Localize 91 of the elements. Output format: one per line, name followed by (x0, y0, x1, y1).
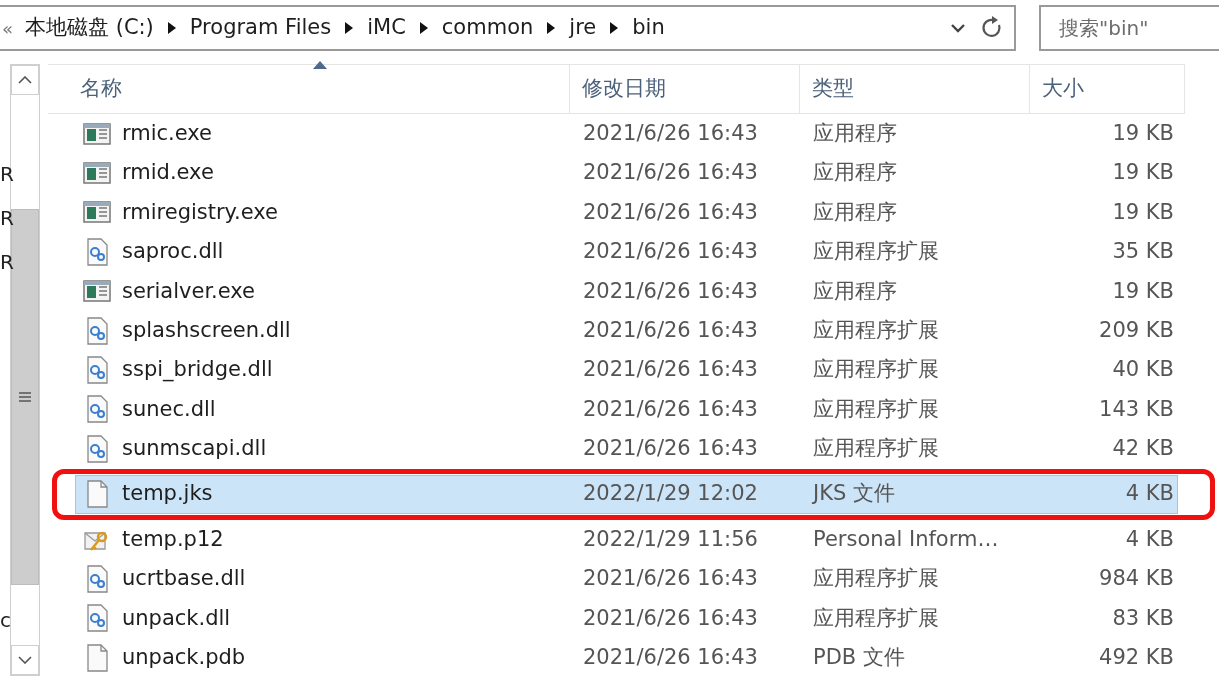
file-row[interactable]: unpack.pdb 2021/6/26 16:43 PDB 文件 492 KB (75, 638, 1178, 678)
file-row[interactable]: rmic.exe 2021/6/26 16:43 应用程序 19 KB (75, 114, 1178, 154)
breadcrumb[interactable]: iMC (363, 12, 410, 44)
file-size: 984 KB (1098, 565, 1174, 593)
file-name: temp.p12 (122, 525, 224, 553)
file-type: JKS 文件 (811, 480, 896, 508)
file-name: unpack.dll (122, 604, 231, 632)
file-size: 40 KB (1111, 356, 1174, 384)
file-name: sspi_bridge.dll (122, 356, 273, 384)
file-size: 19 KB (1111, 198, 1174, 226)
column-header[interactable]: 大小 (1030, 65, 1185, 113)
file-name: rmic.exe (122, 119, 213, 147)
search-field[interactable]: 搜索"bin" (1039, 5, 1219, 51)
modified-date: 2022/1/29 12:02 (582, 480, 759, 508)
navigation-item[interactable]: c (0, 609, 10, 653)
dropdown-caret-icon[interactable] (950, 23, 966, 33)
scroll-thumb[interactable] (11, 209, 39, 585)
file-type: Personal Inform… (812, 525, 1000, 553)
file-size: 4 KB (1124, 525, 1174, 553)
breadcrumb[interactable]: common (437, 12, 538, 44)
modified-date: 2021/6/26 16:43 (582, 119, 759, 147)
file-name: unpack.pdb (122, 644, 246, 671)
file-size: 492 KB (1098, 644, 1174, 671)
chevron-down-icon[interactable] (18, 656, 32, 664)
file-size: 19 KB (1111, 159, 1174, 187)
file-size: 19 KB (1111, 277, 1174, 305)
modified-date: 2021/6/26 16:43 (582, 277, 759, 305)
file-type: 应用程序 (812, 119, 898, 147)
file-type: 应用程序扩展 (812, 356, 940, 384)
file-row[interactable]: saproc.dll 2021/6/26 16:43 应用程序扩展 35 KB (75, 232, 1178, 272)
breadcrumb[interactable]: jre (565, 12, 601, 44)
file-type: 应用程序扩展 (812, 395, 940, 423)
file-name: splashscreen.dll (122, 316, 291, 344)
file-type: 应用程序扩展 (812, 238, 940, 266)
breadcrumb[interactable]: Program Files (185, 12, 336, 44)
file-name: rmid.exe (122, 159, 214, 187)
file-size: 83 KB (1111, 604, 1174, 632)
file-name: temp.jks (122, 480, 213, 508)
file-size: 143 KB (1098, 395, 1174, 423)
address-bar[interactable]: « 本地磁盘 (C:) Program Files iMC common jre bin (0, 5, 1016, 51)
modified-date: 2021/6/26 16:43 (582, 238, 759, 266)
file-row[interactable]: serialver.exe 2021/6/26 16:43 应用程序 19 KB (75, 271, 1178, 311)
file-name: saproc.dll (122, 238, 224, 266)
file-size: 42 KB (1111, 435, 1174, 463)
file-name: ucrtbase.dll (122, 565, 246, 593)
file-name: serialver.exe (122, 277, 255, 305)
modified-date: 2021/6/26 16:43 (582, 198, 759, 226)
file-row[interactable]: splashscreen.dll 2021/6/26 16:43 应用程序扩展 209 KB (75, 310, 1178, 351)
file-size: 19 KB (1111, 119, 1174, 147)
overflow-chevron[interactable]: « (2, 14, 13, 42)
file-type: 应用程序扩展 (812, 316, 940, 344)
file-row[interactable]: sunmscapi.dll 2021/6/26 16:43 应用程序扩展 42 KB (75, 429, 1178, 469)
file-row[interactable]: rmiregistry.exe 2021/6/26 16:43 应用程序 19 KB (75, 192, 1178, 233)
modified-date: 2021/6/26 16:43 (582, 159, 759, 187)
modified-date: 2021/6/26 16:43 (582, 565, 759, 593)
breadcrumb[interactable]: 本地磁盘 (C:) (21, 12, 158, 44)
file-row[interactable]: ucrtbase.dll 2021/6/26 16:43 应用程序扩展 984 KB (75, 559, 1178, 599)
file-name: sunmscapi.dll (122, 435, 267, 463)
file-type: PDB 文件 (812, 644, 906, 671)
modified-date: 2022/1/29 11:56 (582, 525, 759, 553)
modified-date: 2021/6/26 16:43 (582, 316, 759, 344)
file-type: 应用程序 (812, 159, 898, 187)
file-row[interactable]: sspi_bridge.dll 2021/6/26 16:43 应用程序扩展 40 KB (75, 350, 1178, 390)
separator-arrow-icon[interactable] (165, 21, 178, 35)
modified-date: 2021/6/26 16:43 (582, 395, 759, 423)
modified-date: 2021/6/26 16:43 (582, 604, 759, 632)
file-size: 35 KB (1111, 238, 1174, 266)
breadcrumb[interactable]: bin (628, 12, 669, 44)
file-size: 4 KB (1124, 480, 1174, 508)
file-name: rmiregistry.exe (122, 198, 278, 226)
file-row[interactable]: temp.p12 2022/1/29 11:56 Personal Inform… 4 KB (75, 519, 1178, 560)
file-row[interactable]: temp.jks 2022/1/29 12:02 JKS 文件 4 KB (75, 474, 1178, 514)
column-header[interactable]: 类型 (800, 65, 1030, 113)
chevron-up-icon[interactable] (18, 76, 32, 84)
file-row[interactable]: unpack.dll 2021/6/26 16:43 应用程序扩展 83 KB (75, 598, 1178, 639)
refresh-icon[interactable] (982, 16, 1004, 40)
file-name: sunec.dll (122, 395, 216, 423)
modified-date: 2021/6/26 16:43 (582, 356, 759, 384)
modified-date: 2021/6/26 16:43 (582, 644, 759, 671)
file-row[interactable]: rmid.exe 2021/6/26 16:43 应用程序 19 KB (75, 153, 1178, 193)
file-size: 209 KB (1098, 316, 1174, 344)
file-type: 应用程序 (812, 198, 898, 226)
file-type: 应用程序扩展 (812, 604, 940, 632)
file-type: 应用程序扩展 (812, 435, 940, 463)
separator-arrow-icon[interactable] (417, 21, 430, 35)
column-header[interactable]: 名称 (48, 65, 570, 113)
file-row[interactable]: sunec.dll 2021/6/26 16:43 应用程序扩展 143 KB (75, 389, 1178, 430)
file-type: 应用程序扩展 (812, 565, 940, 593)
column-header[interactable]: 修改日期 (570, 65, 800, 113)
modified-date: 2021/6/26 16:43 (582, 435, 759, 463)
file-type: 应用程序 (812, 277, 898, 305)
